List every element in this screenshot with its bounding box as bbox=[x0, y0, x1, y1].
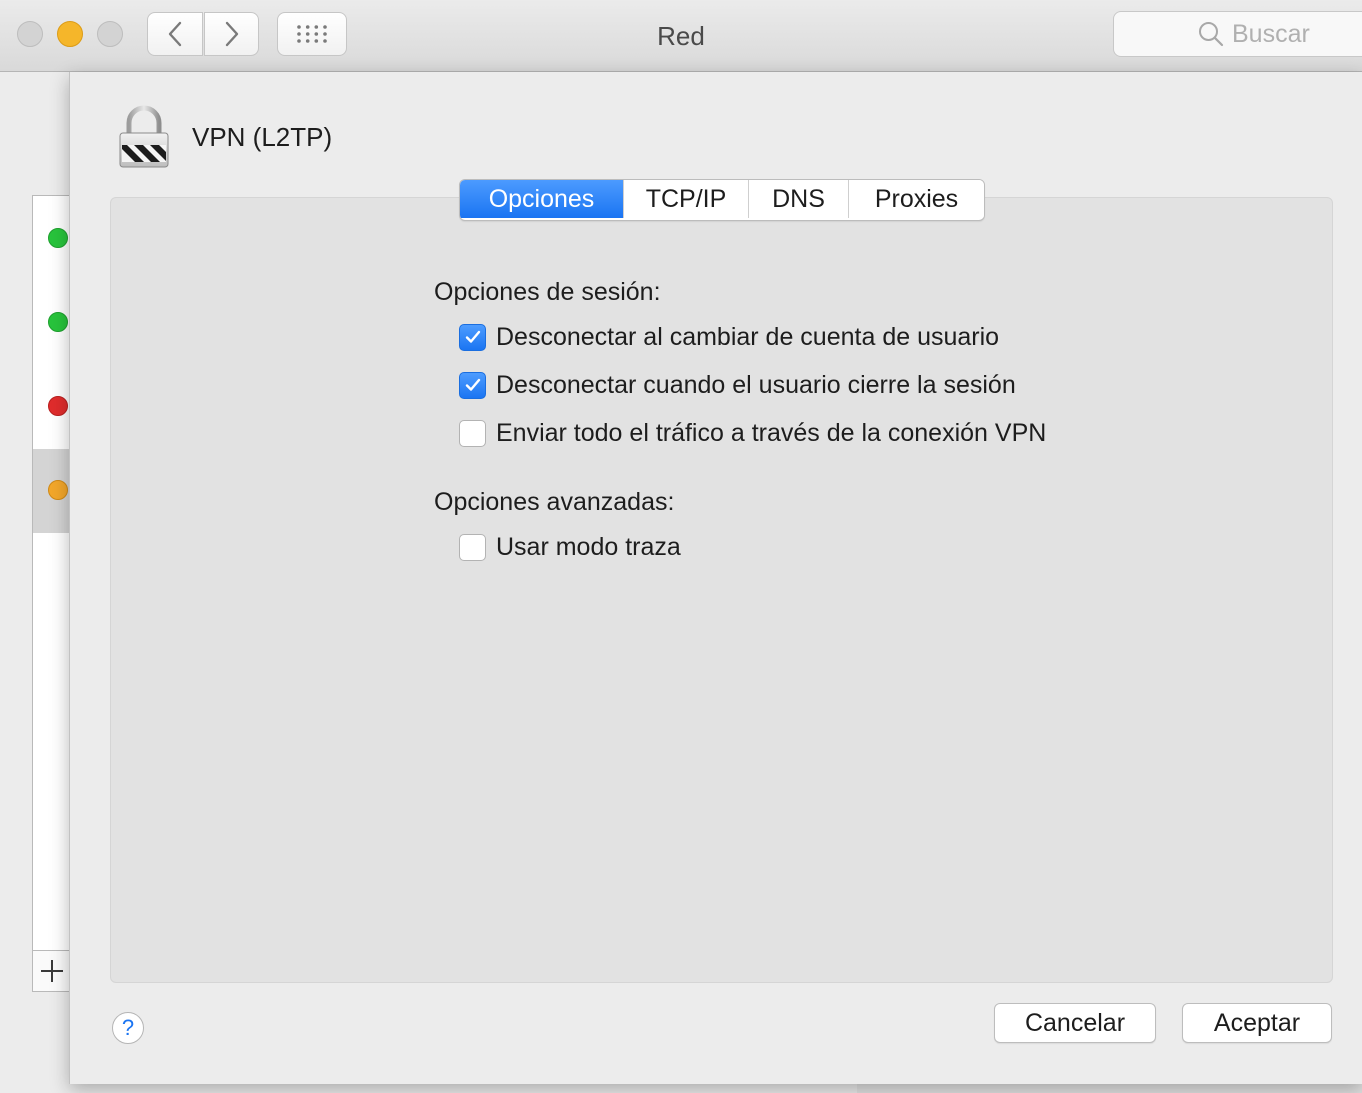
cancel-button[interactable]: Cancelar bbox=[994, 1003, 1156, 1043]
checkmark-icon bbox=[465, 330, 480, 343]
options-panel: Opciones de sesión: Desconectar al cambi… bbox=[110, 197, 1333, 983]
ok-button[interactable]: Aceptar bbox=[1182, 1003, 1332, 1043]
tab-proxies[interactable]: Proxies bbox=[848, 180, 984, 218]
service-list[interactable] bbox=[32, 195, 73, 992]
checkbox-label: Desconectar al cambiar de cuenta de usua… bbox=[496, 322, 1000, 351]
disconnect-on-user-switch-checkbox[interactable] bbox=[459, 323, 486, 351]
service-name: VPN (L2TP) bbox=[192, 121, 333, 152]
tab-bar: Opciones TCP/IP DNS Proxies bbox=[459, 179, 985, 221]
send-all-traffic-option[interactable]: Enviar todo el tráfico a través de la co… bbox=[459, 418, 1046, 448]
session-options-heading: Opciones de sesión: bbox=[434, 278, 661, 306]
status-dot-inactive bbox=[48, 480, 68, 500]
search-field[interactable]: Buscar bbox=[1113, 11, 1362, 57]
plus-icon bbox=[41, 960, 63, 982]
help-button[interactable]: ? bbox=[112, 1012, 144, 1044]
vpn-options-sheet: VPN (L2TP) Opciones de sesión: Desconect… bbox=[69, 72, 1362, 1084]
search-icon bbox=[1199, 22, 1224, 47]
vpn-lock-icon bbox=[118, 105, 170, 169]
checkmark-icon bbox=[465, 378, 480, 391]
disconnect-on-user-switch-option[interactable]: Desconectar al cambiar de cuenta de usua… bbox=[459, 322, 999, 352]
send-all-traffic-checkbox[interactable] bbox=[459, 419, 486, 447]
tab-tcp-ip[interactable]: TCP/IP bbox=[623, 180, 748, 218]
checkbox-label: Desconectar cuando el usuario cierre la … bbox=[496, 370, 1016, 399]
checkbox-label: Enviar todo el tráfico a través de la co… bbox=[496, 418, 1047, 447]
disconnect-on-logout-option[interactable]: Desconectar cuando el usuario cierre la … bbox=[459, 370, 1016, 400]
checkbox-label: Usar modo traza bbox=[496, 532, 681, 561]
title-bar: Red Buscar bbox=[0, 0, 1362, 72]
disconnect-on-logout-checkbox[interactable] bbox=[459, 371, 486, 399]
sheet-header: VPN (L2TP) bbox=[118, 102, 332, 172]
status-dot-connected bbox=[48, 312, 68, 332]
advanced-options-heading: Opciones avanzadas: bbox=[434, 488, 675, 516]
search-placeholder: Buscar bbox=[1232, 19, 1310, 48]
tab-dns[interactable]: DNS bbox=[748, 180, 848, 218]
add-service-button[interactable] bbox=[33, 950, 71, 991]
verbose-logging-checkbox[interactable] bbox=[459, 533, 486, 561]
tab-opciones[interactable]: Opciones bbox=[460, 180, 623, 218]
status-dot-connected bbox=[48, 228, 68, 248]
verbose-logging-option[interactable]: Usar modo traza bbox=[459, 532, 681, 562]
status-dot-disconnected bbox=[48, 396, 68, 416]
